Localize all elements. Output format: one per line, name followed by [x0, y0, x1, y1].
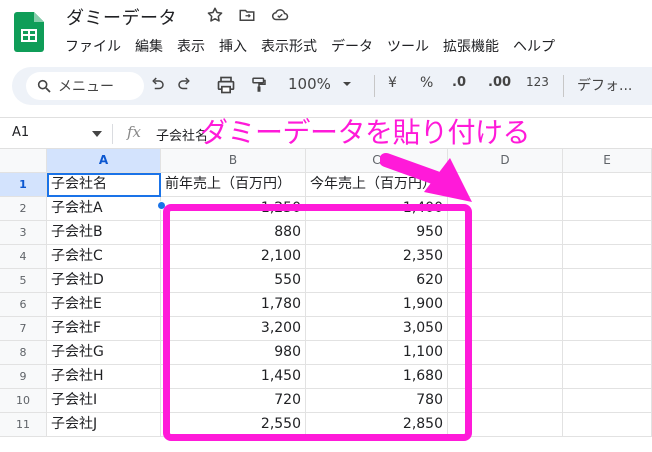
formula-divider: [112, 124, 113, 144]
undo-icon: [152, 77, 164, 90]
chevron-down-icon: [342, 82, 351, 86]
cell-a[interactable]: 子会社F: [47, 317, 161, 341]
search-icon: [37, 79, 51, 93]
row-header[interactable]: 6: [0, 293, 47, 317]
print-button[interactable]: [216, 75, 236, 95]
cell-a[interactable]: 子会社名: [47, 173, 161, 197]
column-header-a[interactable]: A: [47, 149, 161, 173]
cell-a[interactable]: 子会社B: [47, 221, 161, 245]
cell-e[interactable]: [563, 293, 652, 317]
row-header[interactable]: 10: [0, 389, 47, 413]
annotation-text: ダミーデータを貼り付ける: [200, 116, 531, 149]
percent-button[interactable]: %: [420, 75, 433, 91]
column-header-b[interactable]: B: [161, 149, 306, 173]
redo-button[interactable]: [176, 75, 194, 93]
currency-label: ¥: [388, 75, 397, 91]
row-header[interactable]: 5: [0, 269, 47, 293]
table-row: 1 子会社名 前年売上（百万円） 今年売上（百万円）: [0, 173, 652, 197]
font-select[interactable]: デフォ...: [577, 75, 632, 95]
cell-e[interactable]: [563, 269, 652, 293]
increase-decimal-label: .00: [488, 75, 512, 90]
cell-a[interactable]: 子会社E: [47, 293, 161, 317]
row-header[interactable]: 8: [0, 341, 47, 365]
row-header[interactable]: 2: [0, 197, 47, 221]
percent-label: %: [420, 75, 434, 91]
toolbar-divider: [563, 75, 564, 97]
cell-e[interactable]: [563, 317, 652, 341]
title-bar: ダミーデータ ファイル 編集 表示 挿入 表示形式 データ ツール 拡張機能 ヘ…: [0, 0, 652, 62]
menu-view[interactable]: 表示: [170, 34, 212, 58]
row-header[interactable]: 7: [0, 317, 47, 341]
cell-e[interactable]: [563, 365, 652, 389]
menu-search-label: メニュー: [58, 79, 114, 95]
cell-a[interactable]: 子会社G: [47, 341, 161, 365]
cell-e[interactable]: [563, 341, 652, 365]
print-icon: [217, 76, 235, 94]
toolbar: メニュー 100% ¥ % .0 .00 123 デフォ...: [12, 67, 652, 105]
number-format-label: 123: [526, 75, 549, 89]
decrease-decimal-button[interactable]: .0: [452, 75, 466, 90]
font-label: デフォ...: [577, 78, 633, 94]
column-header-e[interactable]: E: [563, 149, 652, 173]
menu-help[interactable]: ヘルプ: [506, 34, 562, 58]
zoom-value: 100%: [288, 75, 331, 93]
redo-icon: [178, 77, 190, 90]
cell-e[interactable]: [563, 197, 652, 221]
cell-e[interactable]: [563, 221, 652, 245]
number-format-button[interactable]: 123: [526, 75, 549, 89]
zoom-select[interactable]: 100%: [288, 75, 355, 93]
fx-icon: fx: [127, 123, 142, 141]
menu-file[interactable]: ファイル: [58, 34, 128, 58]
cell-e[interactable]: [563, 245, 652, 269]
menu-edit[interactable]: 編集: [128, 34, 170, 58]
row-header[interactable]: 4: [0, 245, 47, 269]
row-header[interactable]: 3: [0, 221, 47, 245]
annotation-arrow-icon: [380, 153, 472, 202]
menu-search[interactable]: メニュー: [26, 72, 144, 100]
name-box[interactable]: A1: [12, 125, 29, 140]
cell-a[interactable]: 子会社D: [47, 269, 161, 293]
menu-data[interactable]: データ: [324, 34, 380, 58]
select-all-corner[interactable]: [0, 149, 47, 173]
sheets-logo-icon[interactable]: [14, 12, 44, 52]
menu-bar: ファイル 編集 表示 挿入 表示形式 データ ツール 拡張機能 ヘルプ: [58, 34, 562, 58]
menu-tools[interactable]: ツール: [380, 34, 436, 58]
increase-decimal-button[interactable]: .00: [488, 75, 511, 90]
cell-a[interactable]: 子会社C: [47, 245, 161, 269]
toolbar-divider: [374, 75, 375, 97]
cell-b[interactable]: 前年売上（百万円）: [161, 173, 306, 197]
row-header[interactable]: 11: [0, 413, 47, 437]
cell-a[interactable]: 子会社H: [47, 365, 161, 389]
cell-e[interactable]: [563, 413, 652, 437]
cell-a[interactable]: 子会社J: [47, 413, 161, 437]
name-box-dropdown-icon[interactable]: [92, 130, 102, 138]
menu-format[interactable]: 表示形式: [254, 34, 324, 58]
document-title[interactable]: ダミーデータ: [66, 4, 177, 30]
cell-a[interactable]: 子会社I: [47, 389, 161, 413]
cell-e[interactable]: [563, 173, 652, 197]
paint-format-button[interactable]: [250, 75, 268, 95]
decrease-decimal-label: .0: [452, 75, 466, 90]
column-header-row: A B C D E: [0, 149, 652, 173]
annotation-highlight-box: [163, 204, 472, 441]
cell-e[interactable]: [563, 389, 652, 413]
cloud-saved-icon[interactable]: [270, 6, 290, 24]
cell-a[interactable]: 子会社A: [47, 197, 161, 221]
row-header[interactable]: 1: [0, 173, 47, 197]
row-header[interactable]: 9: [0, 365, 47, 389]
move-folder-icon[interactable]: [238, 6, 256, 24]
menu-extensions[interactable]: 拡張機能: [436, 34, 506, 58]
star-icon[interactable]: [206, 6, 224, 24]
currency-button[interactable]: ¥: [388, 75, 397, 91]
paint-format-icon: [252, 77, 266, 92]
menu-insert[interactable]: 挿入: [212, 34, 254, 58]
undo-button[interactable]: [148, 75, 166, 93]
